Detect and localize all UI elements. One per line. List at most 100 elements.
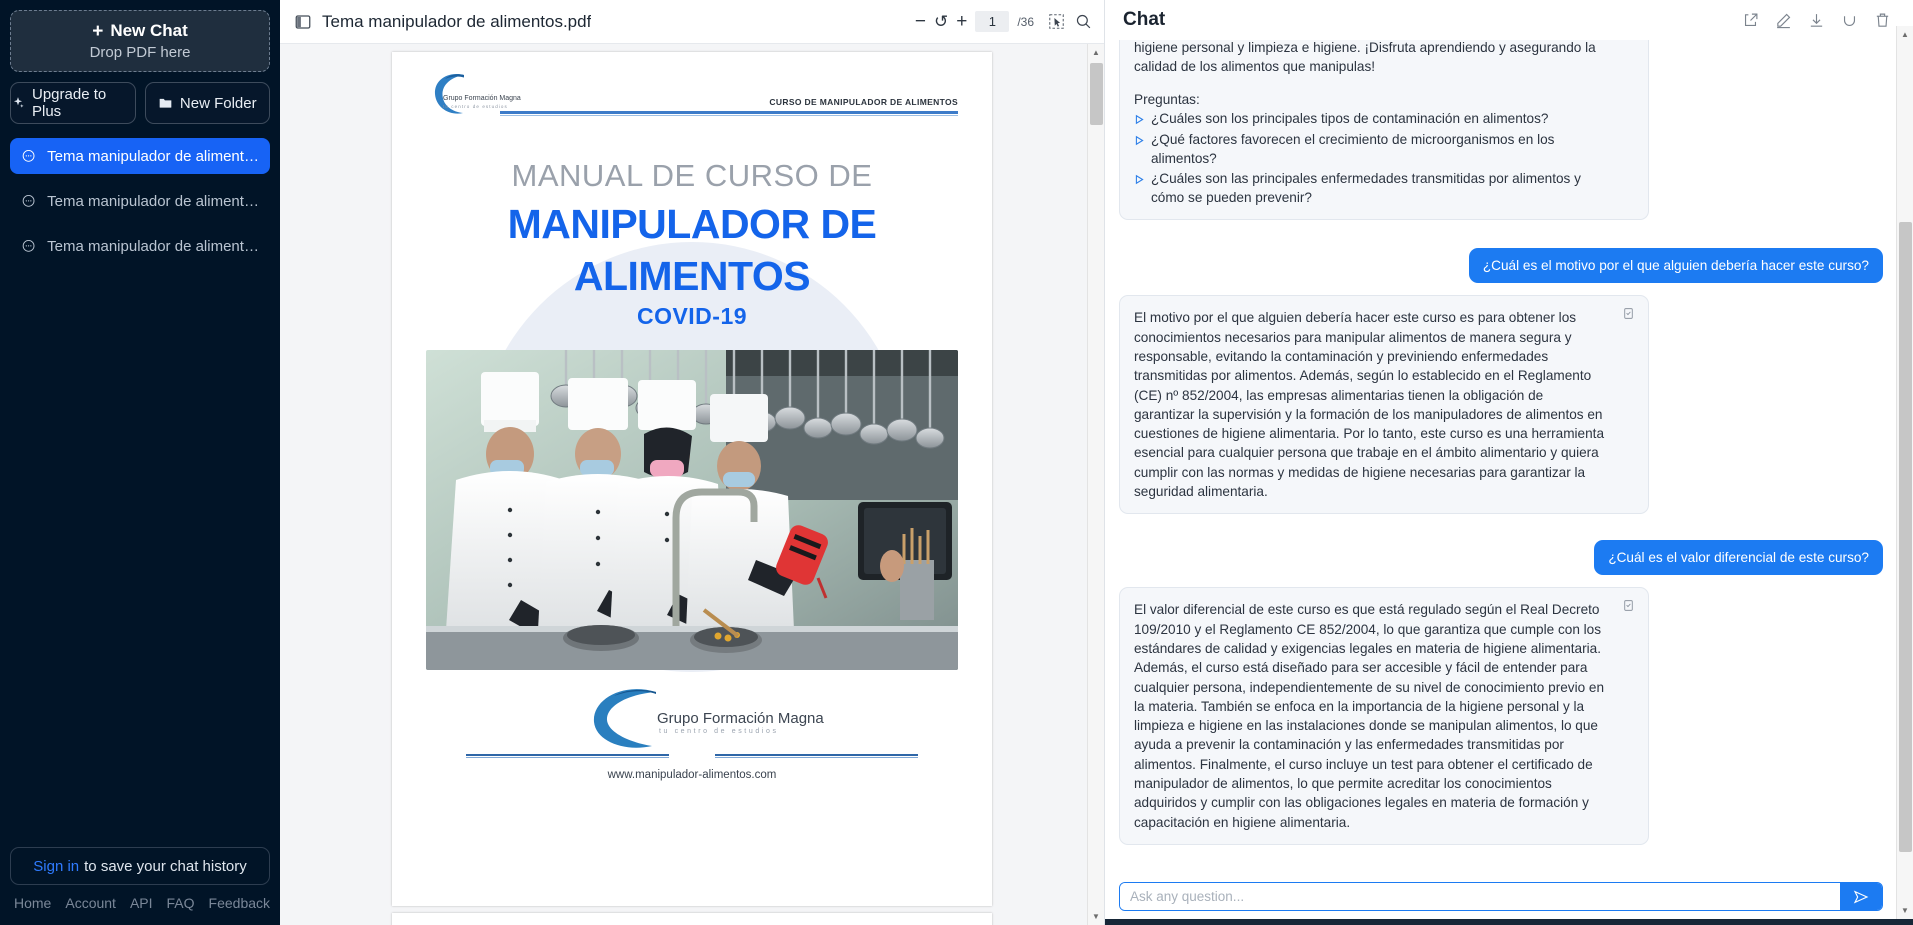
sidebar-chat-item-1[interactable]: Tema manipulador de alimentos.p... (10, 183, 270, 219)
sidebar-chat-label: Tema manipulador de alimentos.p... (47, 192, 259, 210)
edit-icon[interactable] (1775, 12, 1792, 29)
new-chat-label: New Chat (110, 21, 188, 40)
new-chat-dropzone[interactable]: + New Chat Drop PDF here (10, 10, 270, 72)
chat-input-area (1105, 874, 1913, 925)
pdf-scroll-down-arrow[interactable]: ▼ (1088, 908, 1104, 925)
footer-rule-right (714, 753, 918, 759)
assistant-bubble-4: El valor diferencial de este curso es qu… (1119, 587, 1649, 845)
play-arrow-icon (1134, 171, 1145, 190)
sign-in-link[interactable]: Sign in (33, 858, 79, 875)
footer-brand-sub: tu centro de estudios (659, 727, 779, 735)
chat-scroll-down-arrow[interactable]: ▼ (1897, 902, 1913, 919)
footer-link-account[interactable]: Account (65, 895, 116, 911)
plus-icon: + (92, 20, 104, 42)
copy-icon[interactable] (1622, 599, 1635, 612)
search-icon[interactable] (1075, 13, 1092, 30)
chat-bubble-icon (22, 149, 35, 162)
kitchen-photo (426, 349, 958, 670)
download-icon[interactable] (1808, 12, 1825, 29)
chat-title: Chat (1123, 9, 1166, 30)
footer-link-home[interactable]: Home (14, 895, 51, 911)
pdf-scroll-thumb[interactable] (1090, 63, 1103, 125)
footer-url: www.manipulador-alimentos.com (607, 769, 777, 782)
select-area-icon[interactable] (1048, 13, 1065, 30)
footer-link-feedback[interactable]: Feedback (209, 895, 270, 911)
chat-input[interactable] (1120, 883, 1840, 910)
chat-header-actions (1742, 12, 1891, 29)
pdf-page-1: Grupo Formación Magna tu centro de estud… (392, 52, 992, 906)
window-bottom-bar (1105, 919, 1913, 925)
pdf-viewport[interactable]: Grupo Formación Magna tu centro de estud… (280, 44, 1104, 925)
chat-scroll-thumb[interactable] (1899, 222, 1912, 852)
page-header: Grupo Formación Magna tu centro de estud… (426, 68, 958, 120)
header-rule (500, 111, 958, 114)
page-footer: Grupo Formación Magna tu centro de estud… (426, 684, 958, 782)
footer-link-faq[interactable]: FAQ (167, 895, 195, 911)
trash-icon[interactable] (1874, 12, 1891, 29)
sidebar-chat-label: Tema manipulador de alimentos.p... (47, 147, 259, 165)
sidebar-footer: Sign in to save your chat history Home A… (10, 847, 270, 915)
suggested-question-2[interactable]: ¿Cuáles son las principales enfermedades… (1134, 169, 1606, 208)
footer-rule-left (466, 753, 670, 759)
play-arrow-icon (1134, 132, 1145, 151)
page-header-brand: Grupo Formación Magna (443, 95, 521, 102)
questions-label: Preguntas: (1134, 91, 1200, 107)
assistant-bubble-2: El motivo por el que alguien debería hac… (1119, 295, 1649, 515)
pdf-page-2 (392, 913, 992, 925)
chat-bubble-icon (22, 239, 35, 252)
pdf-title: Tema manipulador de alimentos.pdf (322, 11, 592, 31)
upgrade-to-plus-button[interactable]: Upgrade to Plus (10, 82, 136, 124)
page-title-block: MANUAL DE CURSO DE MANIPULADOR DE ALIMEN… (426, 158, 958, 330)
sidebar: + New Chat Drop PDF here Upgrade to Plus… (0, 0, 280, 925)
sign-in-banner[interactable]: Sign in to save your chat history (10, 847, 270, 885)
footer-link-api[interactable]: API (130, 895, 153, 911)
zoom-in-button[interactable]: + (956, 11, 967, 33)
suggested-question-text: ¿Cuáles son las principales enfermedades… (1151, 170, 1581, 206)
play-arrow-icon (1134, 111, 1145, 130)
share-icon[interactable] (1742, 12, 1759, 29)
rotate-button[interactable]: ↺ (934, 12, 948, 32)
page-number-input[interactable] (975, 11, 1010, 32)
chat-bubble-icon (22, 194, 35, 207)
chat-message-list[interactable]: higiene personal y limpieza e higiene. ¡… (1105, 40, 1913, 874)
message-row-user-1: ¿Cuál es el motivo por el que alguien de… (1119, 248, 1883, 284)
sidebar-button-row: Upgrade to Plus New Folder (10, 82, 270, 124)
user-bubble-1: ¿Cuál es el motivo por el que alguien de… (1468, 248, 1883, 284)
message-row-assistant-2: El motivo por el que alguien debería hac… (1119, 295, 1883, 515)
sign-in-text: to save your chat history (84, 857, 247, 875)
copy-icon[interactable] (1622, 307, 1635, 320)
new-folder-label: New Folder (179, 94, 257, 112)
new-chat-row: + New Chat (92, 21, 188, 41)
pdf-scroll-up-arrow[interactable]: ▲ (1088, 44, 1104, 61)
sidebar-chat-item-2[interactable]: Tema manipulador de alimentos.p... (10, 228, 270, 264)
send-button[interactable] (1840, 883, 1882, 910)
chat-header: Chat (1105, 0, 1913, 40)
chat-scroll-up-arrow[interactable]: ▲ (1897, 26, 1913, 43)
sidebar-chat-label: Tema manipulador de alimentos.p... (47, 237, 259, 255)
refresh-icon[interactable] (1841, 12, 1858, 29)
pdf-panel: Tema manipulador de alimentos.pdf − ↺ + … (280, 0, 1105, 925)
pdf-zoom-controls: − ↺ + /36 (915, 11, 1034, 33)
page-header-kicker: CURSO DE MANIPULADOR DE ALIMENTOS (769, 97, 958, 107)
assistant-text-2: El motivo por el que alguien debería hac… (1134, 310, 1605, 500)
suggested-question-text: ¿Qué factores favorecen el crecimiento d… (1151, 132, 1555, 167)
footer-brand-logo-icon: Grupo Formación Magna tu centro de estud… (582, 684, 824, 750)
new-folder-button[interactable]: New Folder (144, 82, 270, 124)
pdf-scrollbar[interactable]: ▲ ▼ (1087, 44, 1104, 925)
chat-scrollbar[interactable]: ▲ ▼ (1896, 26, 1913, 919)
zoom-out-button[interactable]: − (915, 11, 926, 33)
panel-toggle-icon[interactable] (294, 13, 312, 31)
brand-logo-icon: Grupo Formación Magna tu centro de estud… (426, 68, 521, 120)
assistant-bubble-0: higiene personal y limpieza e higiene. ¡… (1119, 40, 1649, 221)
user-bubble-3: ¿Cuál es el valor diferencial de este cu… (1594, 540, 1883, 576)
folder-icon (159, 98, 172, 108)
sidebar-chat-item-0[interactable]: Tema manipulador de alimentos.p... (10, 138, 270, 174)
page2-brand-logo-icon (670, 921, 714, 925)
suggested-question-1[interactable]: ¿Qué factores favorecen el crecimiento d… (1134, 130, 1606, 169)
message-row-assistant-4: El valor diferencial de este curso es qu… (1119, 587, 1883, 845)
suggested-question-0[interactable]: ¿Cuáles son los principales tipos de con… (1134, 109, 1606, 130)
suggested-question-text: ¿Cuáles son los principales tipos de con… (1151, 110, 1549, 126)
message-row-user-3: ¿Cuál es el valor diferencial de este cu… (1119, 540, 1883, 576)
drop-pdf-hint: Drop PDF here (89, 44, 191, 61)
